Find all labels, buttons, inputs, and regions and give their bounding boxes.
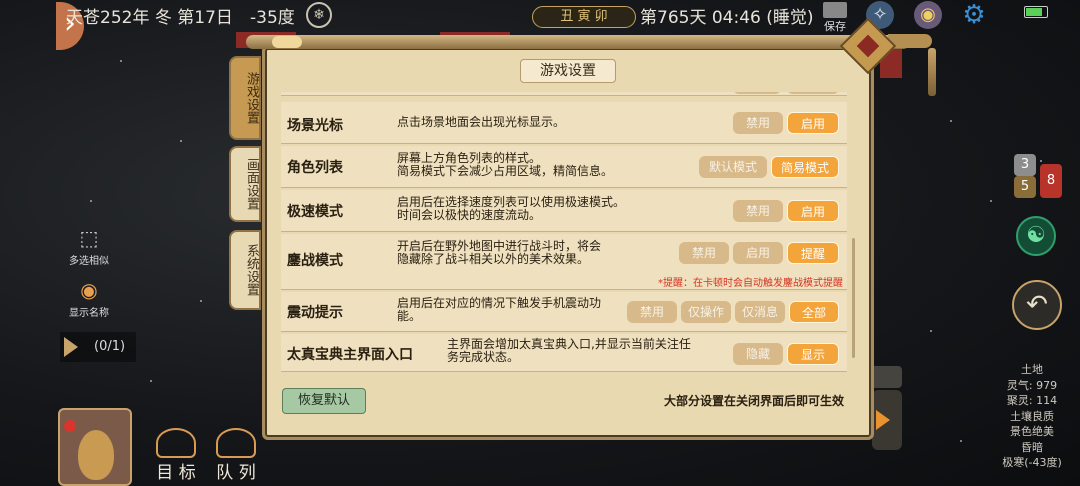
queue-label: 队 列 <box>216 463 256 483</box>
battle-mode-warning: *提醒：在卡顿时会自动触发鏖战模式提醒 <box>658 278 843 289</box>
option-enable[interactable]: 启用 <box>787 200 839 222</box>
settings-scrollbar[interactable] <box>852 238 855 358</box>
tool-label: 显示名称 <box>69 308 109 319</box>
option-hide[interactable]: 隐藏 <box>733 343 783 365</box>
setting-row-battle-mode: 鏖战模式 开启后在野外地图中进行战斗时，将会 隐藏除了战斗相关以外的美术效果。 … <box>281 234 847 290</box>
setting-row-vibration: 震动提示 启用后在对应的情况下触发手机震动功 能。 禁用 仅操作 仅消息 全部 <box>281 292 847 332</box>
option-disable[interactable]: 禁用 <box>733 200 783 222</box>
queue-icon <box>216 428 256 458</box>
option-show[interactable]: 显示 <box>787 343 839 365</box>
list-item-partial <box>281 92 847 96</box>
land-info-line: 灵气: 979 <box>1006 378 1058 392</box>
land-info-line: 昏暗 <box>1021 440 1043 454</box>
setting-row-scene-cursor: 场景光标 点击场景地面会出现光标显示。 禁用 启用 <box>281 102 847 144</box>
setting-desc: 时间会以极快的速度流动。 <box>397 208 542 222</box>
gear-icon[interactable]: ⚙ <box>960 1 988 29</box>
land-info-line: 极寒(-43度) <box>1002 456 1062 469</box>
panel-title: 游戏设置 <box>520 59 616 83</box>
temperature: -35度 <box>250 8 295 28</box>
land-info-line: 土地 <box>1021 363 1043 376</box>
setting-name: 极速模式 <box>287 204 343 220</box>
option-remind[interactable]: 提醒 <box>787 242 839 264</box>
option-enable[interactable]: 启用 <box>733 242 783 264</box>
option-default-mode[interactable]: 默认模式 <box>699 156 767 178</box>
option-disable[interactable]: 禁用 <box>679 242 729 264</box>
count-badge-grey[interactable]: 3 <box>1014 154 1036 176</box>
taiji-icon[interactable]: ☯ <box>1016 216 1056 256</box>
setting-row-codex-entry: 太真宝典主界面入口 主界面会增加太真宝典入口,并显示当前关注任 务完成状态。 隐… <box>281 334 847 372</box>
option-disable[interactable]: 禁用 <box>627 301 677 323</box>
setting-desc: 能。 <box>397 309 422 323</box>
option-button[interactable] <box>733 92 781 94</box>
setting-row-turbo-mode: 极速模式 启用后在选择速度列表可以使用极速模式。 时间会以极快的速度流动。 禁用… <box>281 190 847 232</box>
task-progress[interactable]: (0/1) <box>60 332 136 362</box>
target-label: 目 标 <box>156 463 196 483</box>
tab-game-settings[interactable]: 游戏设置 <box>229 56 261 140</box>
day-time: 第765天 04:46 (睡觉) <box>640 8 814 28</box>
eye-icon: ◉ <box>80 278 98 302</box>
setting-name: 场景光标 <box>287 118 343 134</box>
top-bar: › 天苍252年 冬 第17日 -35度 ❄ 丑 寅 卯 第765天 04:46… <box>0 0 1080 50</box>
setting-name: 角色列表 <box>287 160 343 176</box>
play-icon <box>64 337 78 357</box>
save-icon <box>823 2 847 18</box>
option-simple-mode[interactable]: 简易模式 <box>771 156 839 178</box>
inventory-gourd-button[interactable] <box>58 408 132 486</box>
setting-name: 鏖战模式 <box>287 253 343 269</box>
setting-desc: 务完成状态。 <box>447 350 520 364</box>
option-all[interactable]: 全部 <box>789 301 839 323</box>
undo-button[interactable]: ↶ <box>1012 280 1062 330</box>
setting-desc: 简易模式下会减少占用区域，精简信息。 <box>397 164 614 178</box>
option-enable[interactable]: 启用 <box>787 112 839 134</box>
show-names-button[interactable]: ◉ 显示名称 <box>66 278 112 319</box>
tassel-decoration <box>928 48 936 96</box>
option-message-only[interactable]: 仅消息 <box>735 301 785 323</box>
land-info-line: 聚灵: 114 <box>1006 394 1058 407</box>
land-info: 土地 灵气: 979 聚灵: 114 土壤良质 景色绝美 昏暗 极寒(-43度) <box>984 362 1080 471</box>
option-button[interactable] <box>787 92 839 94</box>
ganzhi-indicator[interactable]: 丑 寅 卯 <box>532 6 636 28</box>
setting-desc: 隐藏除了战斗相关以外的美术效果。 <box>397 252 590 266</box>
rod-knob <box>272 36 302 48</box>
setting-desc: 点击场景地面会出现光标显示。 <box>397 115 566 129</box>
setting-row-character-list: 角色列表 屏幕上方角色列表的样式。 简易模式下会减少占用区域，精简信息。 默认模… <box>281 146 847 188</box>
save-button[interactable]: 保存 <box>820 2 850 33</box>
save-label: 保存 <box>824 20 846 33</box>
restore-defaults-button[interactable]: 恢复默认 <box>282 388 366 414</box>
footer-note: 大部分设置在关闭界面后即可生效 <box>664 394 845 408</box>
multi-select-icon: ⬚ <box>79 226 99 250</box>
battery-icon <box>1024 6 1048 18</box>
land-info-line: 景色绝美 <box>1010 425 1054 438</box>
multi-select-similar-button[interactable]: ⬚ 多选相似 <box>66 226 112 267</box>
settings-list[interactable]: 场景光标 点击场景地面会出现光标显示。 禁用 启用 角色列表 屏幕上方角色列表的… <box>281 92 847 372</box>
setting-name: 震动提示 <box>287 305 343 321</box>
option-operation-only[interactable]: 仅操作 <box>681 301 731 323</box>
tab-display-settings[interactable]: 画面设置 <box>229 146 261 222</box>
target-icon <box>156 428 196 458</box>
scroll-rod-decoration <box>246 35 910 49</box>
count-badge-red[interactable]: 8 <box>1040 164 1062 198</box>
tool-label: 多选相似 <box>69 256 109 267</box>
calendar-date: 天苍252年 冬 第17日 <box>66 8 233 28</box>
target-button[interactable]: 目 标 <box>146 428 206 483</box>
palette-icon[interactable]: ◉ <box>914 1 942 29</box>
queue-button[interactable]: 队 列 <box>206 428 266 483</box>
progress-count: (0/1) <box>94 339 126 354</box>
notification-dot <box>64 420 76 432</box>
next-button[interactable] <box>872 390 902 450</box>
option-disable[interactable]: 禁用 <box>733 112 783 134</box>
weather-icon[interactable]: ❄ <box>306 2 332 28</box>
arrow-right-icon <box>876 410 890 430</box>
count-badge-gold[interactable]: 5 <box>1014 176 1036 198</box>
setting-desc: 启用后在对应的情况下触发手机震动功 <box>397 296 602 310</box>
land-info-line: 土壤良质 <box>1010 409 1054 423</box>
gourd-icon <box>78 430 114 480</box>
setting-name: 太真宝典主界面入口 <box>287 347 413 363</box>
tab-system-settings[interactable]: 系统设置 <box>229 230 261 310</box>
